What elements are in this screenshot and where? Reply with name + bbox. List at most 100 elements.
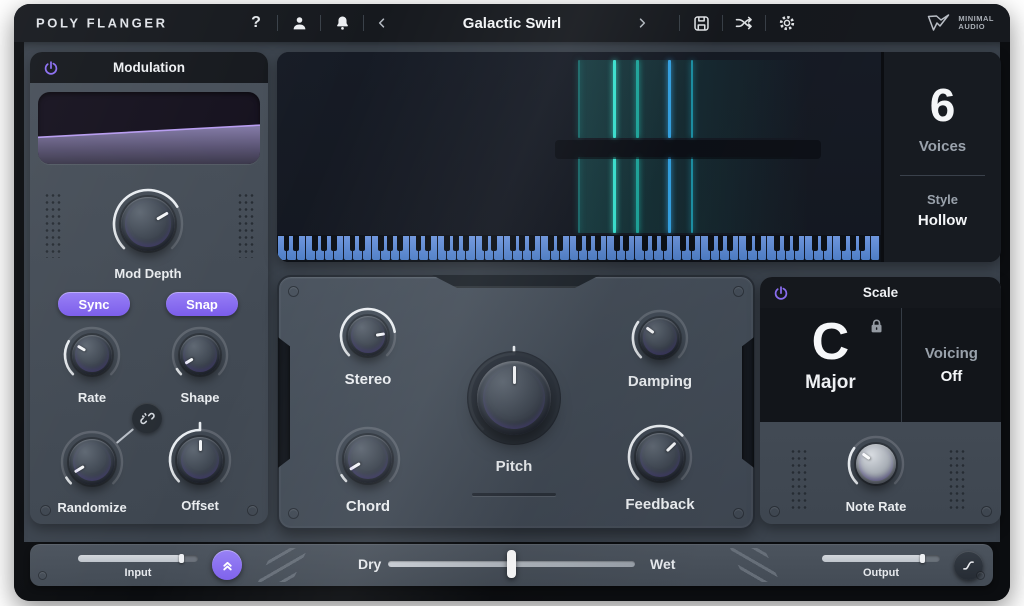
pitch-label: Pitch bbox=[496, 458, 533, 475]
preset-name[interactable]: Galactic Swirl bbox=[400, 15, 624, 32]
voicing-label: Voicing bbox=[925, 345, 978, 362]
saturation-curve-icon bbox=[960, 557, 977, 574]
modulation-header: Modulation bbox=[30, 52, 268, 83]
output-slider[interactable] bbox=[822, 555, 940, 562]
user-icon bbox=[290, 14, 309, 33]
dry-wet-thumb[interactable] bbox=[507, 550, 516, 578]
chevron-double-up-icon bbox=[219, 557, 236, 574]
footer-zone: Input Dry Wet Output bbox=[14, 542, 1010, 601]
mod-waveform-display[interactable] bbox=[38, 92, 260, 164]
main-area: Modulation Mod Depth Sync Snap bbox=[24, 42, 1000, 542]
settings-button[interactable] bbox=[769, 4, 805, 42]
style-value[interactable]: Hollow bbox=[918, 212, 967, 229]
account-button[interactable] bbox=[281, 4, 317, 42]
input-slider-thumb[interactable] bbox=[179, 554, 184, 563]
shape-label: Shape bbox=[180, 390, 219, 405]
note-rate-label: Note Rate bbox=[846, 499, 907, 514]
power-icon bbox=[772, 284, 790, 302]
voices-panel: 6 Voices Style Hollow bbox=[881, 52, 1001, 262]
pitch-knob[interactable] bbox=[465, 349, 563, 447]
input-slider[interactable] bbox=[78, 555, 198, 562]
style-label: Style bbox=[927, 192, 958, 207]
chevron-right-icon bbox=[635, 16, 649, 30]
voicing-value[interactable]: Off bbox=[941, 368, 963, 385]
input-boost-button[interactable] bbox=[212, 550, 242, 580]
output-label: Output bbox=[822, 567, 940, 579]
screw bbox=[288, 286, 299, 297]
shape-knob[interactable] bbox=[168, 323, 232, 387]
side-slot bbox=[742, 337, 754, 468]
modulation-power-button[interactable] bbox=[41, 58, 61, 78]
sync-button[interactable]: Sync bbox=[58, 292, 130, 316]
titlebar-left-icons: ? bbox=[238, 4, 367, 42]
brand-logo: MINIMAL AUDIO bbox=[927, 4, 994, 42]
brand-line2: AUDIO bbox=[958, 23, 994, 31]
spectrum-display bbox=[277, 52, 881, 262]
screw bbox=[981, 506, 992, 517]
preset-navigator: Galactic Swirl bbox=[364, 4, 660, 42]
output-slider-thumb[interactable] bbox=[920, 554, 925, 563]
mod-waveform bbox=[38, 92, 260, 164]
lock-icon[interactable] bbox=[869, 318, 884, 334]
scale-root-cell[interactable]: C Major bbox=[760, 308, 902, 422]
divider bbox=[679, 15, 680, 31]
input-slider-fill bbox=[78, 555, 181, 562]
randomize-preset-button[interactable] bbox=[726, 4, 762, 42]
voicing-cell[interactable]: Voicing Off bbox=[902, 308, 1001, 422]
brand-text: MINIMAL AUDIO bbox=[958, 15, 994, 31]
modulation-title: Modulation bbox=[113, 60, 185, 75]
dry-wet-slider[interactable] bbox=[388, 561, 635, 567]
screw bbox=[40, 505, 51, 516]
divider bbox=[277, 15, 278, 31]
screw bbox=[288, 508, 299, 519]
titlebar: POLY FLANGER ? bbox=[14, 4, 1010, 42]
output-slider-fill bbox=[822, 555, 922, 562]
pitch-slot bbox=[472, 493, 556, 496]
note-rate-knob[interactable] bbox=[844, 432, 908, 496]
side-slot bbox=[278, 337, 290, 468]
keyboard[interactable] bbox=[277, 235, 881, 262]
shuffle-icon bbox=[734, 13, 754, 33]
settings-gear-icon bbox=[777, 13, 797, 33]
offset-knob[interactable] bbox=[165, 425, 235, 495]
stripes-decoration bbox=[258, 548, 308, 582]
link-button[interactable] bbox=[132, 403, 162, 433]
texture-dots bbox=[44, 192, 61, 258]
scale-panel: Scale C Major Voicing Off bbox=[760, 277, 1001, 524]
prev-preset-button[interactable] bbox=[364, 4, 400, 42]
damping-label: Damping bbox=[628, 373, 692, 390]
notifications-button[interactable] bbox=[324, 4, 360, 42]
voices-count[interactable]: 6 bbox=[930, 82, 956, 128]
chevron-left-icon bbox=[375, 16, 389, 30]
wet-label: Wet bbox=[650, 556, 675, 572]
rate-knob[interactable] bbox=[60, 323, 124, 387]
brand-mark-icon bbox=[927, 13, 951, 33]
mod-depth-label: Mod Depth bbox=[114, 266, 181, 281]
feedback-label: Feedback bbox=[625, 496, 694, 513]
mod-depth-knob[interactable] bbox=[109, 185, 187, 263]
footer-bar: Input Dry Wet Output bbox=[30, 544, 993, 586]
scale-mode[interactable]: Major bbox=[805, 372, 856, 394]
rate-label: Rate bbox=[78, 390, 106, 405]
chord-knob[interactable] bbox=[332, 423, 404, 495]
texture-dots bbox=[948, 448, 965, 512]
scale-power-button[interactable] bbox=[771, 283, 791, 303]
input-label: Input bbox=[78, 567, 198, 579]
randomize-knob[interactable] bbox=[57, 427, 127, 497]
snap-button[interactable]: Snap bbox=[166, 292, 238, 316]
bell-icon bbox=[333, 14, 352, 33]
next-preset-button[interactable] bbox=[624, 4, 660, 42]
help-button[interactable]: ? bbox=[238, 4, 274, 42]
stripes-decoration bbox=[730, 548, 780, 582]
scale-header: Scale bbox=[760, 277, 1001, 308]
save-preset-button[interactable] bbox=[683, 4, 719, 42]
stereo-label: Stereo bbox=[345, 371, 392, 388]
texture-dots bbox=[790, 448, 807, 512]
feedback-knob[interactable] bbox=[624, 421, 696, 493]
scale-root[interactable]: C bbox=[812, 316, 850, 368]
damping-knob[interactable] bbox=[628, 306, 692, 370]
plugin-window: POLY FLANGER ? bbox=[14, 4, 1010, 601]
screw bbox=[38, 571, 47, 580]
stereo-knob[interactable] bbox=[336, 304, 400, 368]
snap-label: Snap bbox=[186, 297, 218, 312]
